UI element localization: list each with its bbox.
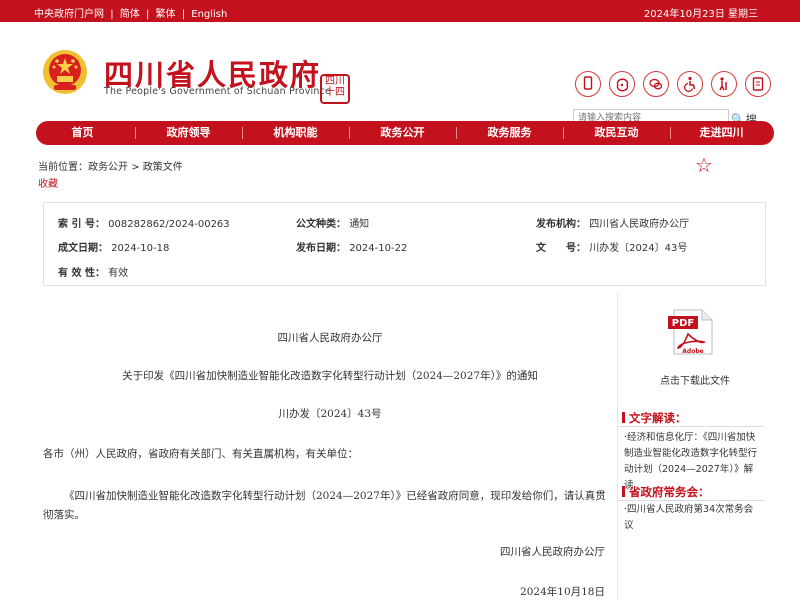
breadcrumb: 当前位置：政务公开 > 政策文件 (38, 158, 183, 173)
issuing-org-label: 发布机构： (536, 219, 586, 230)
link-english[interactable]: English (191, 9, 227, 20)
top-separator: | (181, 9, 186, 20)
link-simplified[interactable]: 简体 (120, 9, 140, 20)
elderly-care-icon[interactable] (711, 71, 737, 97)
published-date-label: 发布日期： (296, 243, 346, 254)
index-label: 索 引 号： (58, 219, 105, 230)
link-traditional[interactable]: 繁体 (156, 9, 176, 20)
wechat-icon[interactable] (643, 71, 669, 97)
current-date: 2024年10月23日 星期三 (643, 9, 758, 20)
executive-meeting-link[interactable]: ·四川省人民政府第34次常务会议 (624, 502, 758, 534)
breadcrumb-prefix: 当前位置： (38, 162, 88, 173)
validity-value: 有效 (108, 268, 129, 279)
document-number: 川办发〔2024〕43号 (278, 408, 382, 420)
accessibility-icon[interactable] (677, 71, 703, 97)
document-content: 四川省人民政府办公厅 关于印发《四川省加快制造业智能化改造数字化转型行动计划（2… (43, 292, 618, 600)
pdf-brand-text: Adobe (682, 348, 703, 355)
download-link[interactable]: 点击下载此文件 (660, 372, 730, 387)
site-subtitle: The People's Government of Sichuan Provi… (104, 86, 332, 97)
document-signature: 四川省人民政府办公厅 (500, 546, 605, 558)
national-emblem-icon (43, 50, 87, 94)
nav-item-home[interactable]: 首页 (29, 121, 136, 145)
doc-number-value: 川办发〔2024〕43号 (589, 243, 688, 254)
doc-type-value: 通知 (349, 219, 370, 230)
nav-item-gov-affairs[interactable]: 政务公开 (349, 121, 456, 145)
section-interpretation-label: 文字解读： (629, 411, 687, 425)
mobile-icon[interactable] (575, 71, 601, 97)
created-date-label: 成文日期： (58, 243, 108, 254)
doc-type-label: 公文种类： (296, 219, 346, 230)
nav-item-services[interactable]: 政务服务 (456, 121, 563, 145)
star-icon[interactable]: ☆ (695, 153, 713, 177)
published-date-value: 2024-10-22 (349, 243, 408, 254)
link-central-gov[interactable]: 中央政府门户网 (34, 9, 104, 20)
doc-number-label: 文 号： (536, 243, 586, 254)
collect-link[interactable]: 收藏 (38, 175, 58, 190)
section-divider (618, 500, 764, 501)
section-divider (618, 426, 764, 427)
document-title: 关于印发《四川省加快制造业智能化改造数字化转型行动计划（2024—2027年）》… (122, 370, 538, 382)
document-metadata: 索 引 号： 008282862/2024-00263 公文种类： 通知 发布机… (43, 202, 766, 286)
top-separator: | (145, 9, 150, 20)
breadcrumb-item-policy-docs[interactable]: 政策文件 (143, 162, 183, 173)
top-bar: 中央政府门户网 | 简体 | 繁体 | English 2024年10月23日 … (0, 0, 800, 22)
issuing-org-value: 四川省人民政府办公厅 (589, 219, 690, 230)
site-header: 四川省人民政府 The People's Government of Sichu… (0, 22, 800, 142)
document-body: 《四川省加快制造业智能化改造数字化转型行动计划（2024—2027年）》已经省政… (43, 490, 606, 521)
pdf-download-icon[interactable]: PDF Adobe (666, 308, 716, 356)
anniversary-seal-icon: 四川 十四 (320, 74, 350, 104)
section-executive-meeting-title: 省政府常务会： (622, 484, 710, 500)
nav-item-interaction[interactable]: 政民互动 (563, 121, 670, 145)
document-issuer: 四川省人民政府办公厅 (277, 332, 383, 344)
tablet-icon[interactable] (745, 71, 771, 97)
breadcrumb-item-gov-affairs[interactable]: 政务公开 (88, 162, 128, 173)
section-interpretation-title: 文字解读： (622, 410, 687, 426)
main-nav: 首页 政府领导 机构职能 政务公开 政务服务 政民互动 走进四川 (36, 121, 774, 145)
index-value: 008282862/2024-00263 (108, 219, 230, 230)
nav-item-about-sichuan[interactable]: 走进四川 (668, 121, 775, 145)
weibo-icon[interactable] (609, 71, 635, 97)
nav-item-institutions[interactable]: 机构职能 (242, 121, 349, 145)
document-date: 2024年10月18日 (520, 586, 605, 598)
document-salutation: 各市（州）人民政府，省政府有关部门、有关直属机构，有关单位： (43, 448, 358, 460)
top-links: 中央政府门户网 | 简体 | 繁体 | English (34, 5, 230, 20)
sidebar: PDF Adobe 点击下载此文件 文字解读： ·经济和信息化厅：《四川省加快制… (618, 292, 764, 600)
pdf-badge-text: PDF (672, 318, 694, 329)
top-separator: | (110, 9, 114, 20)
section-executive-meeting-label: 省政府常务会： (629, 485, 710, 499)
created-date-value: 2024-10-18 (111, 243, 170, 254)
validity-label: 有 效 性： (58, 268, 105, 279)
breadcrumb-arrow: > (131, 162, 140, 173)
nav-item-leaders[interactable]: 政府领导 (135, 121, 242, 145)
